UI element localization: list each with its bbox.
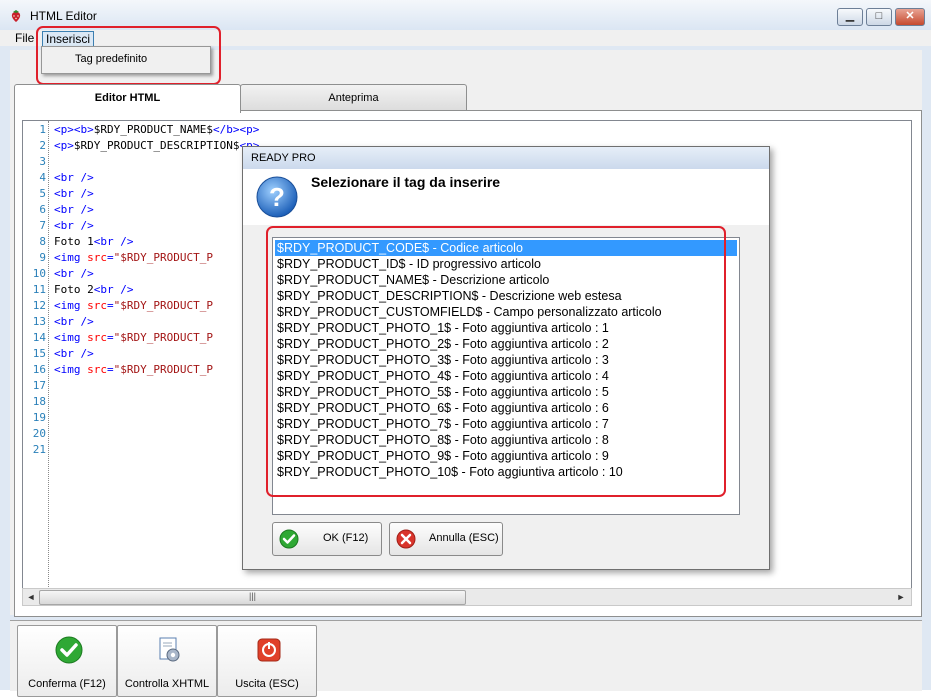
conferma-label: Conferma (F12) xyxy=(28,678,106,690)
line-number: 14 xyxy=(32,331,46,344)
code-line[interactable]: <img src="$RDY_PRODUCT_P xyxy=(54,363,213,376)
line-number: 4 xyxy=(39,171,46,184)
svg-text:?: ? xyxy=(269,182,285,212)
minimize-button[interactable]: ▁ xyxy=(837,8,863,26)
line-number: 1 xyxy=(39,123,46,136)
line-number: 15 xyxy=(32,347,46,360)
tab-editor-html[interactable]: Editor HTML xyxy=(14,84,241,113)
conferma-button[interactable]: Conferma (F12) xyxy=(17,625,117,697)
line-number: 12 xyxy=(32,299,46,312)
controlla-xhtml-button[interactable]: Controlla XHTML xyxy=(117,625,217,697)
code-line[interactable]: <br /> xyxy=(54,219,94,232)
annotation-highlight-list xyxy=(266,226,726,497)
line-number: 9 xyxy=(39,251,46,264)
scroll-left-arrow-icon[interactable]: ◄ xyxy=(24,590,38,604)
green-check-icon xyxy=(55,636,83,664)
horizontal-scrollbar[interactable]: ◄ ||| ► xyxy=(22,588,912,606)
code-line[interactable]: <p>$RDY_PRODUCT_DESCRIPTION$<p> xyxy=(54,139,259,152)
ok-label: OK (F12) xyxy=(323,532,369,544)
code-line[interactable]: <br /> xyxy=(54,267,94,280)
gear-document-icon xyxy=(159,637,180,662)
line-number: 16 xyxy=(32,363,46,376)
line-number: 7 xyxy=(39,219,46,232)
scroll-thumb[interactable]: ||| xyxy=(39,590,466,605)
code-line[interactable]: <br /> xyxy=(54,203,94,216)
line-number: 2 xyxy=(39,139,46,152)
code-line[interactable]: <br /> xyxy=(54,315,94,328)
code-line[interactable]: Foto 2<br /> xyxy=(54,283,134,296)
uscita-button[interactable]: Uscita (ESC) xyxy=(217,625,317,697)
red-cancel-icon xyxy=(396,529,416,549)
dialog-title-bar: READY PRO xyxy=(243,147,769,169)
code-line[interactable]: <p><b>$RDY_PRODUCT_NAME$</b><p> xyxy=(54,123,259,136)
code-line[interactable]: <br /> xyxy=(54,347,94,360)
code-line[interactable]: <img src="$RDY_PRODUCT_P xyxy=(54,299,213,312)
annotation-highlight-menu xyxy=(36,26,221,85)
dialog-heading: Selezionare il tag da inserire xyxy=(311,174,501,190)
close-button[interactable]: ✕ xyxy=(895,8,925,26)
green-check-icon xyxy=(279,529,299,549)
line-number: 5 xyxy=(39,187,46,200)
line-number: 13 xyxy=(32,315,46,328)
annulla-button[interactable]: Annulla (ESC) xyxy=(389,522,503,556)
code-line[interactable]: Foto 1<br /> xyxy=(54,235,134,248)
tab-anteprima[interactable]: Anteprima xyxy=(240,84,467,111)
line-number: 21 xyxy=(32,443,46,456)
annulla-label: Annulla (ESC) xyxy=(429,532,499,544)
red-exit-icon xyxy=(257,638,281,662)
line-number: 8 xyxy=(39,235,46,248)
controlla-xhtml-label: Controlla XHTML xyxy=(124,678,210,690)
line-number: 19 xyxy=(32,411,46,424)
line-number-gutter: 1 2 3 4 5 6 7 8 9 10 11 12 13 14 15 16 17 18 19 20 21 xyxy=(23,121,49,589)
line-number: 11 xyxy=(32,283,46,296)
scroll-right-arrow-icon[interactable]: ► xyxy=(894,590,908,604)
strawberry-app-icon xyxy=(11,10,21,22)
line-number: 6 xyxy=(39,203,46,216)
uscita-label: Uscita (ESC) xyxy=(235,678,299,690)
maximize-button[interactable]: □ xyxy=(866,8,892,26)
line-number: 10 xyxy=(32,267,46,280)
html-editor-window: HTML Editor ▁ □ ✕ File Inserisci Antepri… xyxy=(0,0,931,697)
ok-button[interactable]: OK (F12) xyxy=(272,522,382,556)
code-line[interactable]: <br /> xyxy=(54,171,94,184)
window-title: HTML Editor xyxy=(30,9,97,23)
code-line[interactable]: <img src="$RDY_PRODUCT_P xyxy=(54,331,213,344)
code-line[interactable]: <img src="$RDY_PRODUCT_P xyxy=(54,251,213,264)
dialog-title: READY PRO xyxy=(251,152,316,164)
menu-file[interactable]: File xyxy=(12,31,37,45)
code-line[interactable]: <br /> xyxy=(54,187,94,200)
line-number: 18 xyxy=(32,395,46,408)
question-icon: ? xyxy=(256,176,298,218)
line-number: 20 xyxy=(32,427,46,440)
line-number: 3 xyxy=(39,155,46,168)
line-number: 17 xyxy=(32,379,46,392)
